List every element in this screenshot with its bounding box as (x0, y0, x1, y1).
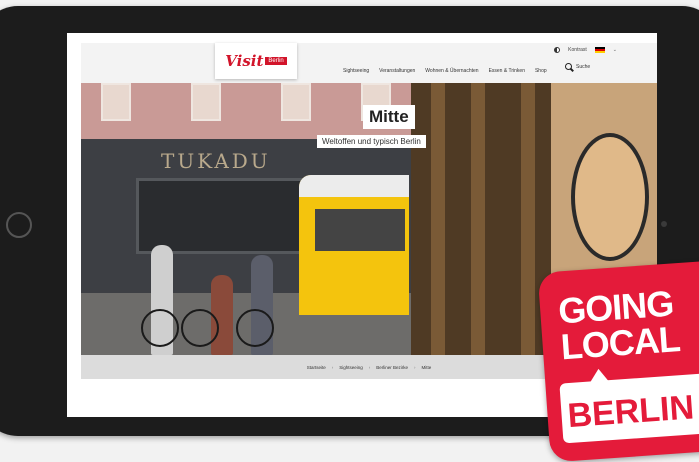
utility-bar: Kontrast ⌄ (554, 47, 617, 53)
german-flag-icon[interactable] (594, 47, 605, 53)
breadcrumb-item-districts[interactable]: Berliner Bezirke (376, 365, 408, 370)
chevron-down-icon[interactable]: ⌄ (613, 47, 617, 53)
contrast-label[interactable]: Kontrast (568, 47, 587, 53)
visitberlin-logo[interactable]: Visit Berlin (215, 43, 297, 79)
pedestrians-with-bikes (141, 213, 291, 355)
going-local-berlin-badge: GOING LOCAL BERLIN (537, 259, 699, 462)
yellow-tram (299, 175, 409, 315)
logo-visit-text: Visit (225, 52, 264, 70)
search-button[interactable]: Suche (565, 63, 590, 70)
page-title: Mitte (363, 105, 415, 129)
shop-sign: TUKADU (161, 149, 271, 173)
search-icon (565, 63, 572, 70)
page-subtitle: Weltoffen und typisch Berlin (317, 135, 426, 148)
breadcrumb-separator: › (331, 364, 334, 370)
nav-item-accommodation[interactable]: Wohnen & Übernachten (425, 68, 478, 74)
main-nav: Sightseeing Veranstaltungen Wohnen & Übe… (343, 68, 547, 74)
home-button[interactable] (6, 212, 32, 238)
front-camera (661, 221, 667, 227)
breadcrumb-item-home[interactable]: Startseite (307, 365, 326, 370)
logo-berlin-text: Berlin (265, 57, 287, 65)
nav-item-events[interactable]: Veranstaltungen (379, 68, 415, 74)
nav-item-food[interactable]: Essen & Trinken (489, 68, 525, 74)
nav-item-sightseeing[interactable]: Sightseeing (343, 68, 369, 74)
badge-line-berlin: BERLIN (566, 388, 696, 436)
contrast-icon[interactable] (554, 47, 561, 53)
breadcrumb-item-current: Mitte (421, 364, 432, 370)
search-label: Suche (576, 63, 591, 70)
breadcrumb-separator: › (368, 364, 371, 370)
building-facade-upper (81, 83, 411, 143)
breadcrumb-separator: › (414, 364, 416, 370)
site-header: Kontrast ⌄ Sightseeing Veranstaltungen W… (81, 43, 657, 83)
badge-line-local: LOCAL (559, 318, 681, 368)
breadcrumb-item-sightseeing[interactable]: Sightseeing (339, 365, 363, 370)
nav-item-shop[interactable]: Shop (535, 68, 547, 74)
